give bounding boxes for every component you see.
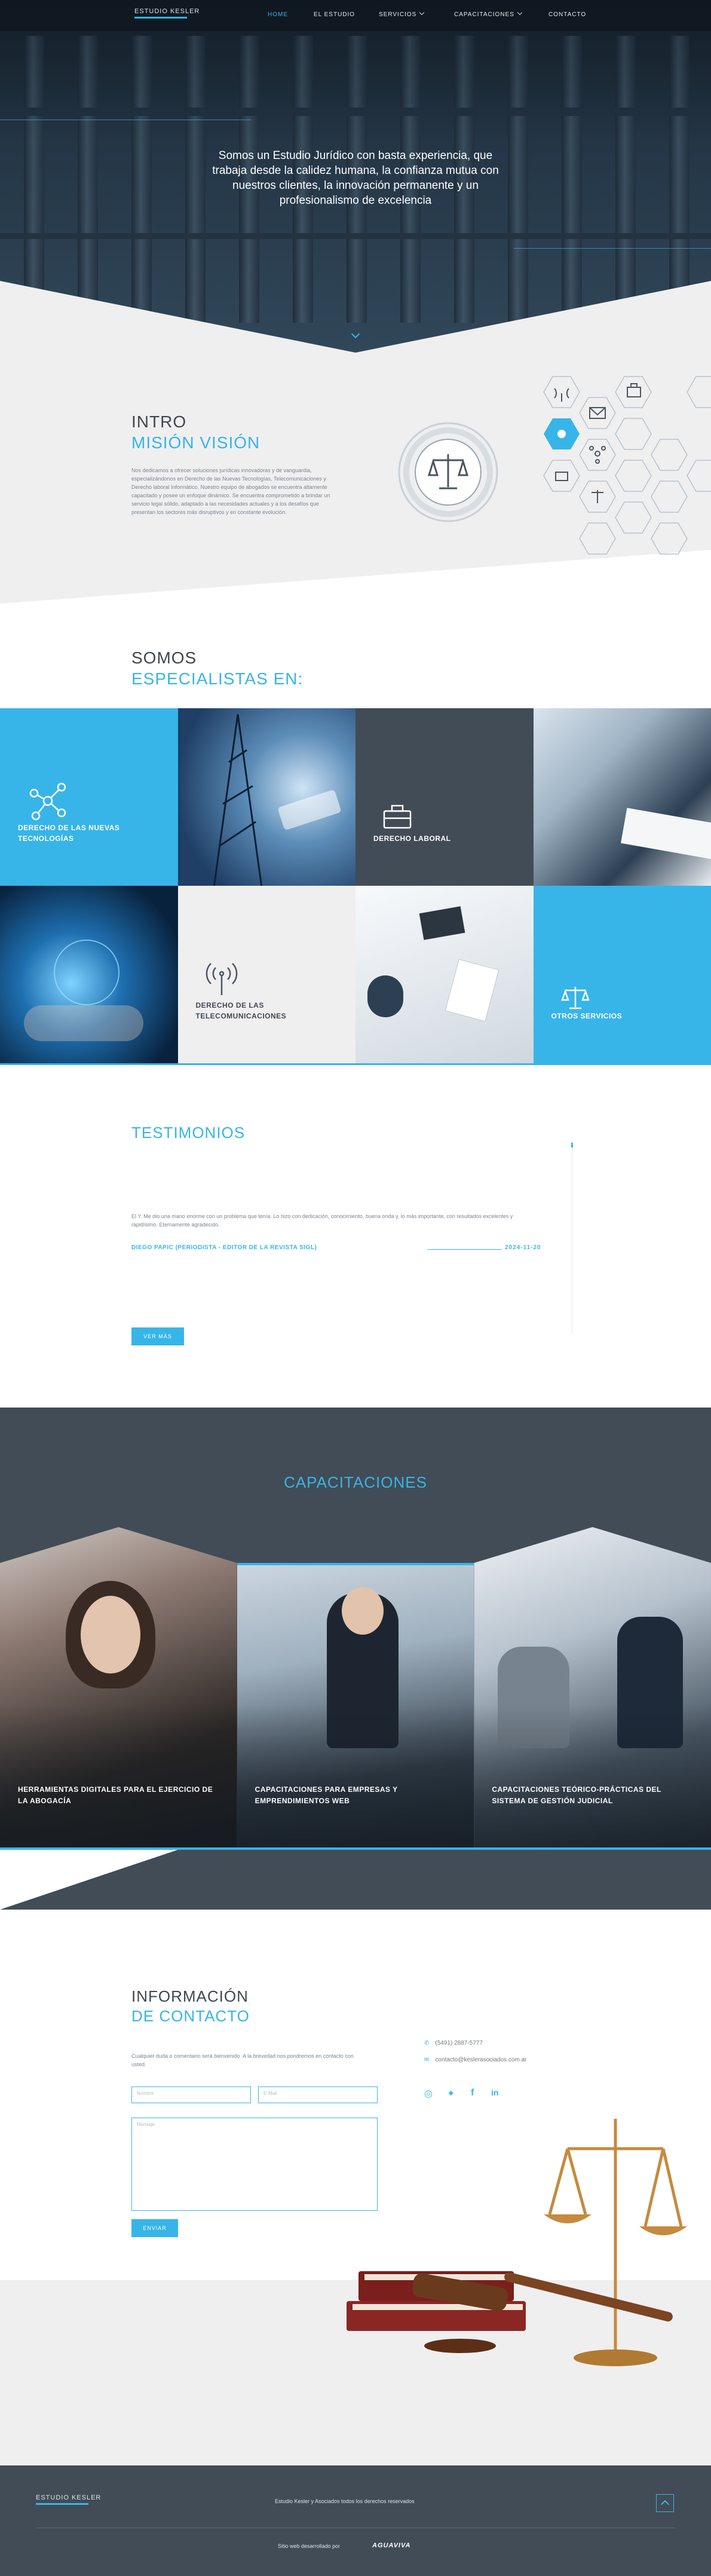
ver-mas-button[interactable]: VER MÁS bbox=[131, 1327, 184, 1345]
nav-capacitaciones-label: CAPACITACIONES bbox=[454, 11, 514, 18]
aguaviva-logo[interactable]: AGUAVIVA bbox=[372, 2542, 410, 2549]
nav-capacitaciones[interactable]: CAPACITACIONES bbox=[454, 10, 523, 18]
tile-label: DERECHO LABORAL bbox=[373, 834, 451, 843]
footer-rights: Estudio Kesler y Asociados todos los der… bbox=[275, 2498, 415, 2504]
testimonials-title: TESTIMONIOS bbox=[131, 1124, 246, 1142]
tile-label: OTROS SERVICIOS bbox=[551, 1012, 623, 1020]
mission-body: Nos dedicamos a ofrecer soluciones juríd… bbox=[131, 467, 330, 515]
nav-servicios[interactable]: SERVICIOS bbox=[379, 10, 425, 18]
back-to-top-button[interactable] bbox=[656, 2494, 674, 2512]
chevron-down-icon bbox=[419, 10, 425, 16]
divider bbox=[0, 1063, 711, 1065]
hero-tagline: Somos un Estudio Jurídico con basta expe… bbox=[212, 149, 499, 207]
chevron-up-icon bbox=[660, 2499, 670, 2509]
instagram-icon[interactable]: ◎ bbox=[424, 2088, 433, 2100]
digital-hand-image bbox=[0, 886, 178, 1063]
site-footer: ESTUDIO KESLER Estudio Kesler y Asociado… bbox=[0, 2465, 711, 2576]
contact-email[interactable]: ✉ contacto@keslerasociados.com.ar bbox=[424, 2057, 526, 2063]
nav-el-estudio[interactable]: EL ESTUDIO bbox=[314, 11, 355, 18]
specialists-title-blue: ESPECIALISTAS EN: bbox=[131, 669, 304, 688]
meeting-image bbox=[533, 708, 711, 886]
slider-indicator[interactable] bbox=[571, 1143, 573, 1148]
email-field[interactable]: E-Mail bbox=[258, 2087, 378, 2103]
testimonial-quote: El Y. Me dio una mano enorme con un prob… bbox=[131, 1213, 513, 1228]
mission-section: ✆ INTRO MISIÓN VISIÓN Nos dedicamos a of… bbox=[0, 353, 711, 604]
chevron-down-icon bbox=[517, 10, 523, 16]
testimonial-date: 2024-11-20 bbox=[505, 1244, 541, 1251]
training-card-label: CAPACITACIONES TEÓRICO-PRÁCTICAS DEL SIS… bbox=[492, 1785, 661, 1805]
tile-label: DERECHO DE LAS TELECOMUNICACIONES bbox=[195, 1001, 287, 1020]
mail-icon: ✉ bbox=[424, 2057, 430, 2063]
specialists-section: SOMOS ESPECIALISTAS EN: DERECHO DE LAS N… bbox=[0, 604, 711, 1076]
contact-phone[interactable]: ✆ (5491) 2887-5777 bbox=[424, 2040, 483, 2046]
footer-credit: Sitio web desarrollado por bbox=[278, 2543, 341, 2549]
contact-title-dark: INFORMACIÓN bbox=[131, 1987, 249, 2005]
telecom-tower-image bbox=[177, 708, 356, 886]
twitter-icon[interactable]: ✦ bbox=[447, 2088, 455, 2100]
facebook-icon[interactable]: f bbox=[471, 2088, 474, 2098]
contact-intro: Cualquier duda o comentario será bienven… bbox=[131, 2053, 354, 2067]
justice-scales-gavel-image bbox=[347, 2119, 687, 2366]
top-navbar: ESTUDIO KESLER HOME EL ESTUDIO SERVICIOS… bbox=[0, 0, 711, 31]
linkedin-icon[interactable]: in bbox=[491, 2088, 498, 2097]
nav-home[interactable]: HOME bbox=[268, 11, 288, 18]
scales-icon bbox=[560, 987, 590, 1009]
specialists-title-dark: SOMOS bbox=[131, 648, 197, 667]
testimonial-author: DIEGO PAPIC (PERIODISTA - EDITOR DE LA R… bbox=[131, 1244, 317, 1251]
mission-title-dark: INTRO bbox=[131, 412, 187, 431]
hero-section: ESTUDIO KESLER HOME EL ESTUDIO SERVICIOS… bbox=[0, 0, 711, 353]
divider bbox=[427, 1249, 502, 1250]
tile-label: DERECHO DE LAS NUEVAS TECNOLOGÍAS bbox=[18, 824, 120, 843]
network-icon bbox=[29, 782, 66, 821]
training-card-3[interactable]: CAPACITACIONES TEÓRICO-PRÁCTICAS DEL SIS… bbox=[474, 1527, 711, 1850]
name-field[interactable]: Nombre bbox=[131, 2087, 251, 2103]
tile-nuevas-tecnologias[interactable]: DERECHO DE LAS NUEVAS TECNOLOGÍAS bbox=[0, 708, 178, 886]
email-text: contacto@keslerasociados.com.ar bbox=[435, 2057, 527, 2063]
hexagon-tech-illustration bbox=[398, 376, 711, 555]
nav-contacto[interactable]: CONTACTO bbox=[548, 11, 586, 18]
antenna-icon bbox=[206, 963, 237, 995]
training-card-2[interactable]: CAPACITACIONES PARA EMPRESAS Y EMPRENDIM… bbox=[237, 1563, 474, 1850]
footer-logo[interactable]: ESTUDIO KESLER bbox=[36, 2494, 101, 2505]
training-card-1[interactable]: HERRAMIENTAS DIGITALES PARA EL EJERCICIO… bbox=[0, 1527, 237, 1850]
nav-servicios-label: SERVICIOS bbox=[379, 11, 417, 18]
training-card-label: HERRAMIENTAS DIGITALES PARA EL EJERCICIO… bbox=[18, 1785, 213, 1805]
enviar-button[interactable]: ENVIAR bbox=[131, 2219, 178, 2237]
mission-title-blue: MISIÓN VISIÓN bbox=[131, 433, 261, 452]
contact-title-blue: DE CONTACTO bbox=[131, 2007, 250, 2025]
site-logo[interactable]: ESTUDIO KESLER bbox=[134, 8, 200, 19]
training-title: CAPACITACIONES bbox=[284, 1473, 427, 1491]
tile-derecho-laboral[interactable]: DERECHO LABORAL bbox=[356, 708, 534, 886]
tile-otros-servicios[interactable]: OTROS SERVICIOS bbox=[533, 886, 711, 1063]
training-card-label: CAPACITACIONES PARA EMPRESAS Y EMPRENDIM… bbox=[255, 1785, 398, 1805]
contact-section: INFORMACIÓN DE CONTACTO Cualquier duda o… bbox=[0, 1910, 711, 2465]
testimonials-section: TESTIMONIOS El Y. Me dio una mano enorme… bbox=[0, 1076, 711, 1408]
briefcase-icon bbox=[383, 804, 412, 829]
divider bbox=[0, 1847, 711, 1850]
training-section: CAPACITACIONES HERRAMIENTAS DIGITALES PA… bbox=[0, 1408, 711, 1910]
handshake-image bbox=[356, 886, 534, 1063]
tile-telecomunicaciones[interactable]: DERECHO DE LAS TELECOMUNICACIONES bbox=[177, 886, 356, 1063]
phone-text: (5491) 2887-5777 bbox=[435, 2040, 483, 2046]
phone-icon: ✆ bbox=[424, 2040, 430, 2046]
